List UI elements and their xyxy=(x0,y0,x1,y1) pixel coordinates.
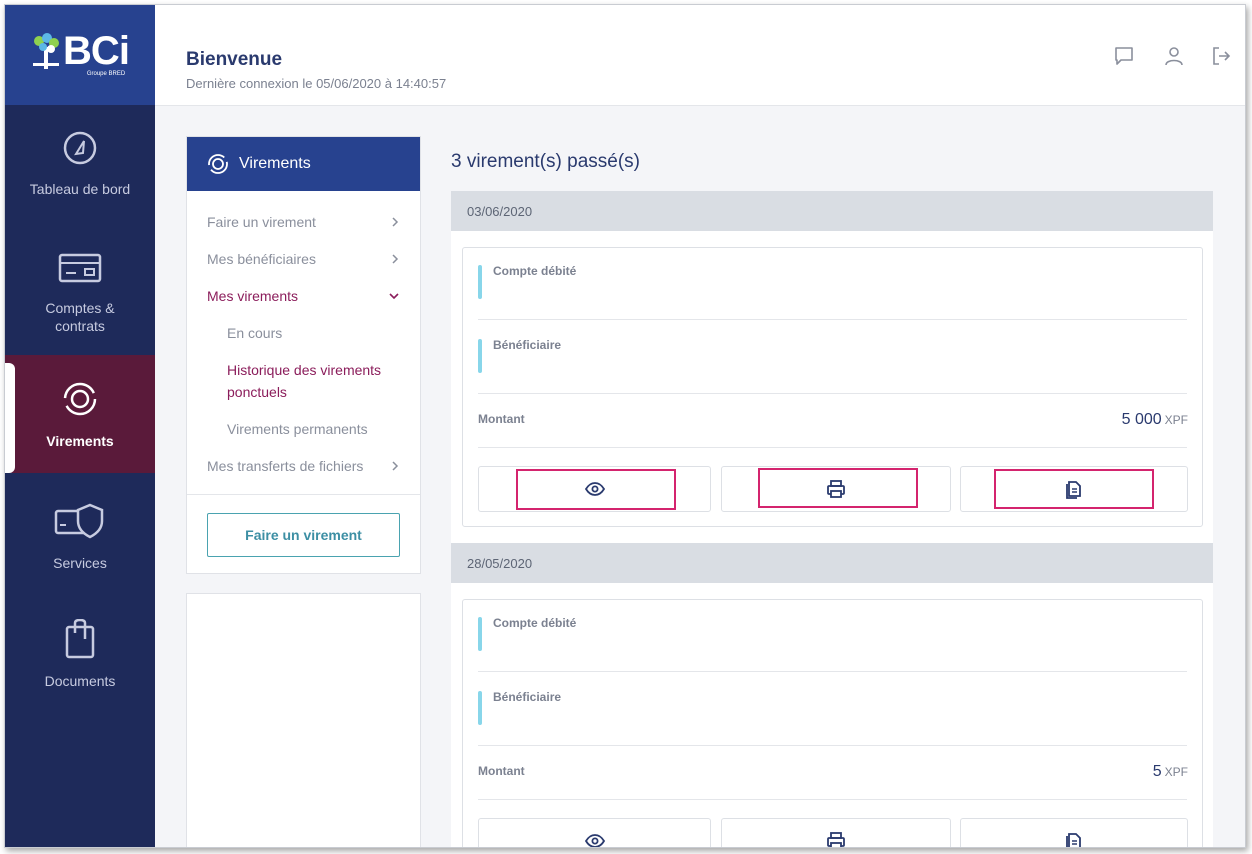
submenu-header: Virements xyxy=(187,137,420,191)
chevron-down-icon xyxy=(389,293,399,300)
dashboard-gauge-icon xyxy=(63,131,97,165)
divider xyxy=(478,745,1187,746)
nav-tableau-de-bord[interactable]: Tableau de bord xyxy=(5,105,155,223)
copy-document-button[interactable] xyxy=(960,818,1188,847)
highlight-copy xyxy=(994,469,1154,509)
accent-bar xyxy=(478,339,482,373)
submenu-item-mes-beneficiaires[interactable]: Mes bénéficiaires xyxy=(207,251,400,267)
divider xyxy=(187,494,420,495)
nav-documents[interactable]: Documents xyxy=(5,595,155,713)
view-button[interactable] xyxy=(478,818,711,847)
tree-logo-icon xyxy=(33,33,60,69)
group-date: 03/06/2020 xyxy=(467,203,533,219)
logo[interactable]: BCi Groupe BRED xyxy=(5,5,155,105)
transfers-count-title: 3 virement(s) passé(s) xyxy=(451,151,640,172)
logo-text: BCi xyxy=(63,29,130,73)
logout-icon[interactable] xyxy=(1210,45,1232,67)
currency: XPF xyxy=(1164,765,1188,779)
nav-comptes-contrats[interactable]: Comptes & contrats xyxy=(5,225,155,343)
sidebar: BCi Groupe BRED Tableau de bord Comptes … xyxy=(5,5,155,847)
compte-debite-label: Compte débité xyxy=(493,264,577,278)
divider xyxy=(478,671,1187,672)
transfer-cycle-icon xyxy=(208,154,228,174)
submenu-subitem-virements-permanents[interactable]: Virements permanents xyxy=(227,418,368,440)
app-window: BCi Groupe BRED Tableau de bord Comptes … xyxy=(4,4,1246,848)
nav-label: Documents xyxy=(44,673,116,689)
group-date: 28/05/2020 xyxy=(467,555,533,571)
date-group-header: 28/05/2020 xyxy=(451,543,1213,583)
montant-label: Montant xyxy=(478,412,525,426)
header: Bienvenue Dernière connexion le 05/06/20… xyxy=(155,5,1245,106)
shield-card-icon xyxy=(54,503,104,539)
nav-label: Comptes & contrats xyxy=(45,300,115,334)
highlight-print xyxy=(758,468,918,508)
divider xyxy=(478,447,1187,448)
date-group-header: 03/06/2020 xyxy=(451,191,1213,231)
submenu-item-label: Mes bénéficiaires xyxy=(207,251,316,267)
nav-label: Services xyxy=(53,555,107,571)
accent-bar xyxy=(478,691,482,725)
submenu-panel: Virements Faire un virement Mes bénéfici… xyxy=(186,136,421,574)
submenu-item-label: Mes transferts de fichiers xyxy=(207,458,364,474)
chevron-right-icon xyxy=(392,254,399,264)
nav-virements[interactable]: Virements xyxy=(5,355,155,473)
last-login-text: Dernière connexion le 05/06/2020 à 14:40… xyxy=(186,76,447,91)
beneficiaire-label: Bénéficiaire xyxy=(493,338,562,352)
submenu-item-mes-transferts[interactable]: Mes transferts de fichiers xyxy=(207,458,400,474)
submenu-title: Virements xyxy=(239,155,311,172)
amount-number: 5 xyxy=(1152,763,1162,780)
submenu-subitem-historique[interactable]: Historique des virements ponctuels xyxy=(227,359,387,403)
nav-label: Tableau de bord xyxy=(29,181,131,197)
blank-panel xyxy=(186,593,421,847)
printer-icon xyxy=(827,832,845,847)
currency: XPF xyxy=(1164,413,1188,427)
submenu-item-faire-un-virement[interactable]: Faire un virement xyxy=(207,214,400,230)
beneficiaire-label: Bénéficiaire xyxy=(493,690,562,704)
transfer-cycle-icon xyxy=(63,382,97,416)
active-indicator xyxy=(5,363,15,473)
documents-icon xyxy=(1066,833,1081,847)
montant-label: Montant xyxy=(478,764,525,778)
nav-services[interactable]: Services xyxy=(5,477,155,595)
divider xyxy=(478,319,1187,320)
submenu-item-label: Faire un virement xyxy=(207,214,316,230)
chevron-right-icon xyxy=(392,461,399,471)
accent-bar xyxy=(478,617,482,651)
transfer-card: Compte débité Bénéficiaire Montant 5 XPF xyxy=(462,599,1203,847)
print-button[interactable] xyxy=(721,818,951,847)
amount-number: 5 000 xyxy=(1121,411,1162,428)
accent-bar xyxy=(478,265,482,299)
logo-subtitle: Groupe BRED xyxy=(86,71,126,77)
submenu-item-mes-virements[interactable]: Mes virements xyxy=(207,288,400,304)
chat-icon[interactable] xyxy=(1113,45,1135,67)
eye-icon xyxy=(584,834,605,847)
user-icon[interactable] xyxy=(1163,45,1185,67)
chevron-right-icon xyxy=(392,217,399,227)
faire-un-virement-button[interactable]: Faire un virement xyxy=(207,513,400,557)
card-icon xyxy=(58,253,102,283)
submenu-item-label: Mes virements xyxy=(207,288,299,304)
clipboard-icon xyxy=(65,619,95,659)
divider xyxy=(478,393,1187,394)
amount-value: 5 000 XPF xyxy=(1122,411,1188,429)
nav-label: Virements xyxy=(46,433,114,449)
compte-debite-label: Compte débité xyxy=(493,616,577,630)
divider xyxy=(478,799,1187,800)
page-title: Bienvenue xyxy=(186,49,283,70)
amount-value: 5 XPF xyxy=(1153,763,1188,781)
submenu-subitem-en-cours[interactable]: En cours xyxy=(227,322,282,344)
highlight-view xyxy=(516,469,676,510)
